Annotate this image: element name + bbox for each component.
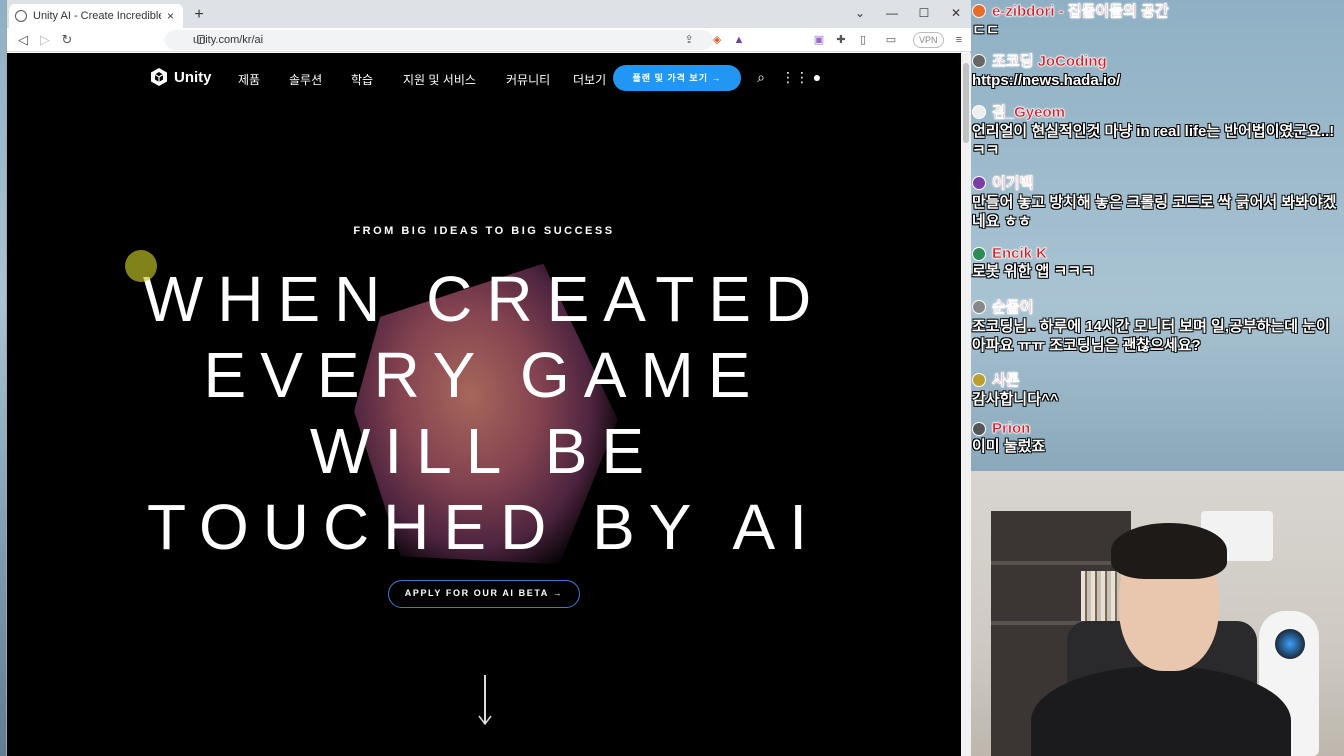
chat-author: 조코딩 JoCoding — [992, 53, 1107, 70]
nav-item-learning[interactable]: 학습 — [351, 71, 373, 88]
streamer-hair — [1111, 523, 1227, 579]
reload-button[interactable]: ↻ — [57, 30, 77, 50]
nav-item-more[interactable]: 더보기 — [573, 71, 606, 88]
close-window-button[interactable]: ✕ — [943, 3, 969, 23]
tab-search-icon[interactable]: ⌄ — [847, 3, 873, 23]
chat-message: 이기백 만들어 놓고 방치해 놓은 크롤링 코드로 싹 긁어서 봐봐야겠네요 ㅎ… — [972, 172, 1342, 231]
brave-shield-icon[interactable]: ◈ — [709, 32, 725, 48]
shelf-board — [991, 561, 1131, 565]
chat-author: Encik K — [992, 245, 1048, 262]
avatar-icon — [972, 372, 986, 387]
headline-line: TOUCHED BY AI — [147, 491, 821, 563]
lock-icon — [197, 35, 205, 44]
chat-message: 순돌이 조코딩님.. 하루에 14시간 모니터 보며 일,공부하는데 눈이 아파… — [972, 296, 1342, 355]
wallet-icon[interactable]: ▭ — [883, 32, 899, 48]
chat-text: 언리얼이 현실적인것 마냥 in real life는 반어법이였군요..! ㅋ… — [972, 123, 1335, 159]
chat-message: 조코딩 JoCoding https://news.hada.io/ — [972, 50, 1342, 90]
vpn-button[interactable]: VPN — [913, 32, 944, 48]
headline-line: WILL BE — [309, 415, 659, 487]
site-navigation: Unity 제품 솔루션 학습 지원 및 서비스 커뮤니티 더보기 플랜 및 가… — [7, 53, 961, 103]
chat-text: 만들어 놓고 방치해 놓은 크롤링 코드로 싹 긁어서 봐봐야겠네요 ㅎㅎ — [972, 194, 1337, 230]
chat-text: 조코딩님.. 하루에 14시간 모니터 보며 일,공부하는데 눈이 아파요 ㅠㅠ… — [972, 318, 1330, 354]
chat-text: https://news.hada.io/ — [972, 72, 1121, 89]
tab-bar: Unity AI - Create Incredible Experiences… — [7, 0, 971, 28]
address-bar[interactable]: unity.com/kr/ai — [165, 30, 713, 50]
avatar-icon — [972, 53, 986, 68]
avatar-icon — [972, 246, 986, 261]
chat-text: 감사합니다^^ — [972, 391, 1059, 408]
unity-cube-icon — [151, 68, 167, 86]
tab-title: Unity AI - Create Incredible Experiences — [33, 10, 161, 22]
nav-item-support[interactable]: 지원 및 서비스 — [403, 71, 476, 88]
avatar-icon — [972, 299, 986, 314]
browser-window: Unity AI - Create Incredible Experiences… — [6, 0, 971, 756]
back-button[interactable]: ◁ — [13, 30, 33, 50]
chat-author: 순돌이 — [992, 299, 1034, 316]
chat-message: e-zibdori - 집돌이들의 공간 ㄷㄷ — [972, 0, 1342, 40]
avatar-icon — [972, 104, 986, 119]
chat-text: 로봇 위한 앱 ㅋㅋㅋ — [972, 263, 1095, 280]
avatar-icon — [972, 421, 986, 436]
chat-text: ㄷㄷ — [972, 22, 1000, 39]
webcam-feed — [971, 471, 1344, 756]
browser-tab[interactable]: Unity AI - Create Incredible Experiences… — [9, 4, 183, 28]
brave-rewards-icon[interactable]: ▲ — [731, 32, 747, 48]
share-icon[interactable]: ⇪ — [681, 32, 697, 48]
purifier-display — [1275, 629, 1305, 659]
sidebar-icon[interactable]: ▯ — [855, 32, 871, 48]
headline-line: EVERY GAME — [203, 339, 765, 411]
web-page: Unity 제품 솔루션 학습 지원 및 서비스 커뮤니티 더보기 플랜 및 가… — [7, 53, 961, 756]
search-icon[interactable]: ⌕ — [753, 69, 769, 85]
nav-item-solutions[interactable]: 솔루션 — [289, 71, 322, 88]
apply-ai-beta-button[interactable]: APPLY FOR OUR AI BETA → — [388, 580, 580, 608]
maximize-button[interactable]: ☐ — [911, 3, 937, 23]
chat-message: Encik K 로봇 위한 앱 ㅋㅋㅋ — [972, 245, 1342, 281]
chat-author: e-zibdori - 집돌이들의 공간 — [992, 3, 1169, 20]
chat-author: 겸_Gyeom — [992, 104, 1065, 121]
tab-close-icon[interactable]: × — [167, 9, 174, 23]
chat-message: 겸_Gyeom 언리얼이 현실적인것 마냥 in real life는 반어법이… — [972, 101, 1342, 160]
chat-message: Prion 이미 눌렀죠 — [972, 420, 1342, 456]
forward-button[interactable]: ▷ — [35, 30, 55, 50]
chat-author: Prion — [992, 420, 1031, 437]
chat-text: 이미 눌렀죠 — [972, 438, 1046, 455]
unity-favicon-icon — [15, 10, 27, 22]
unity-logo[interactable]: Unity — [149, 67, 212, 87]
cursor-highlight — [125, 250, 157, 282]
nav-item-products[interactable]: 제품 — [238, 71, 260, 88]
menu-icon[interactable]: ≡ — [951, 32, 967, 48]
arrow-down-icon — [478, 715, 492, 725]
avatar-icon — [972, 175, 986, 190]
extensions-puzzle-icon[interactable]: ✚ — [833, 32, 849, 48]
live-chat-overlay: e-zibdori - 집돌이들의 공간 ㄷㄷ 조코딩 JoCoding htt… — [970, 0, 1344, 470]
chat-author: 사톤 — [992, 372, 1020, 389]
hero-eyebrow: FROM BIG IDEAS TO BIG SUCCESS — [353, 225, 615, 237]
chat-author: 이기백 — [992, 175, 1034, 192]
hero-headline: WHEN CREATED EVERY GAME WILL BE TOUCHED … — [7, 261, 961, 565]
minimize-button[interactable]: — — [879, 3, 905, 23]
apps-grid-icon[interactable]: ⋮⋮ — [781, 69, 809, 85]
logo-text: Unity — [174, 68, 212, 86]
scrollbar-thumb[interactable] — [963, 63, 969, 143]
extension-m-icon[interactable]: ▣ — [811, 32, 827, 48]
avatar-icon — [972, 3, 986, 18]
browser-toolbar: ◁ ▷ ↻ ⌑ unity.com/kr/ai ⇪ ◈ ▲ ▣ ✚ ▯ ▭ VP… — [7, 28, 971, 52]
chat-message: 사톤 감사합니다^^ — [972, 369, 1342, 409]
pricing-cta-button[interactable]: 플랜 및 가격 보기 → — [613, 65, 741, 91]
nav-item-community[interactable]: 커뮤니티 — [506, 71, 550, 88]
account-icon[interactable]: ● — [809, 69, 825, 85]
new-tab-button[interactable]: + — [189, 5, 209, 25]
